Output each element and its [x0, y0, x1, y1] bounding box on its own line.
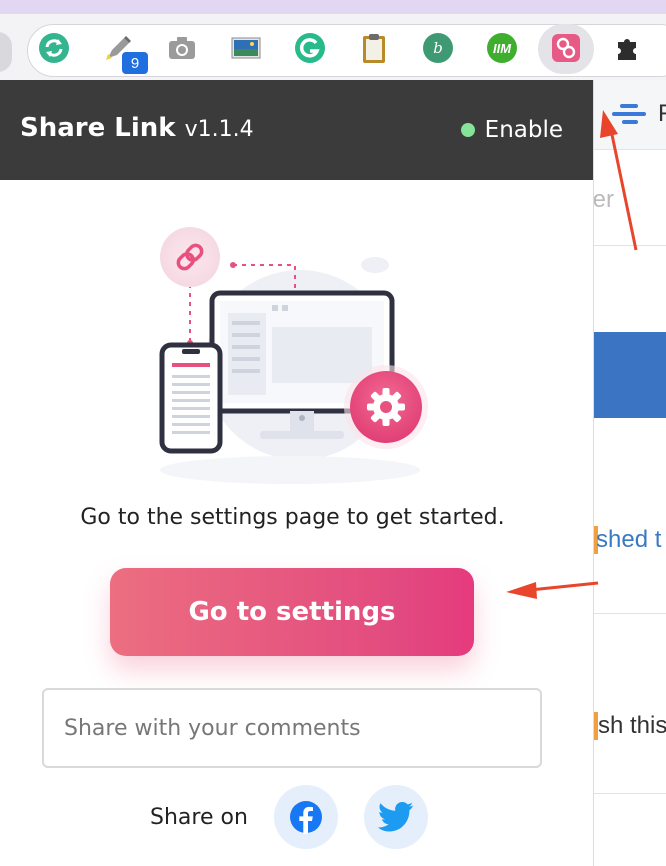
background-blue-banner: [594, 332, 666, 418]
im-extension-label: IIM: [492, 40, 512, 56]
popup-title: Share Link v1.1.4: [20, 113, 254, 143]
sync-extension-icon[interactable]: [38, 32, 70, 64]
facebook-share-button[interactable]: [273, 785, 338, 849]
share-link-popup: Share Link v1.1.4 Enable Go to the setti…: [0, 80, 593, 866]
background-text-top: ter: [593, 186, 615, 213]
background-text-middle[interactable]: shed t: [596, 526, 661, 554]
background-page-header: F: [594, 80, 666, 150]
camera-extension-icon[interactable]: [166, 32, 198, 64]
twitter-icon: [377, 802, 413, 832]
bookmark-b-letter: b: [433, 39, 443, 57]
go-to-settings-button[interactable]: Go to settings: [110, 568, 474, 656]
grammarly-extension-icon[interactable]: [294, 32, 326, 64]
browser-toolbar: 9 b IIM: [0, 14, 666, 80]
enable-label: Enable: [484, 117, 563, 143]
facebook-icon: [289, 801, 322, 834]
toolbar-left-control[interactable]: [0, 32, 12, 72]
share-row: Share on: [150, 785, 428, 849]
menu-lines-icon: [612, 104, 646, 124]
im-extension-icon[interactable]: IIM: [486, 32, 518, 64]
window-top-strip: [0, 0, 666, 14]
background-web-page: F ter shed t sh this: [593, 80, 666, 866]
twitter-share-button[interactable]: [363, 785, 428, 849]
settings-illustration: [159, 227, 428, 484]
extensions-puzzle-icon[interactable]: [612, 32, 644, 64]
settings-message: Go to the settings page to get started.: [80, 505, 505, 530]
enable-toggle[interactable]: Enable: [460, 117, 563, 143]
screenshot-extension-icon[interactable]: [230, 32, 262, 64]
app-version: v1.1.4: [184, 117, 254, 142]
clipboard-extension-icon[interactable]: [358, 32, 390, 64]
background-row: ter: [594, 150, 666, 246]
bookmark-b-extension-icon[interactable]: b: [422, 32, 454, 64]
background-header-letter: F: [658, 100, 666, 128]
share-link-extension-icon[interactable]: [550, 32, 582, 64]
comment-input[interactable]: [42, 688, 542, 768]
extension-badge: 9: [122, 52, 148, 74]
app-name: Share Link: [20, 113, 176, 143]
background-row: sh this: [594, 614, 666, 794]
popup-header: Share Link v1.1.4 Enable: [0, 80, 593, 180]
background-row: shed t: [594, 418, 666, 614]
highlighter-extension-icon[interactable]: 9: [102, 32, 148, 74]
share-label: Share on: [150, 804, 248, 830]
background-text-bottom: sh this: [598, 712, 666, 739]
status-dot-icon: [460, 123, 475, 137]
